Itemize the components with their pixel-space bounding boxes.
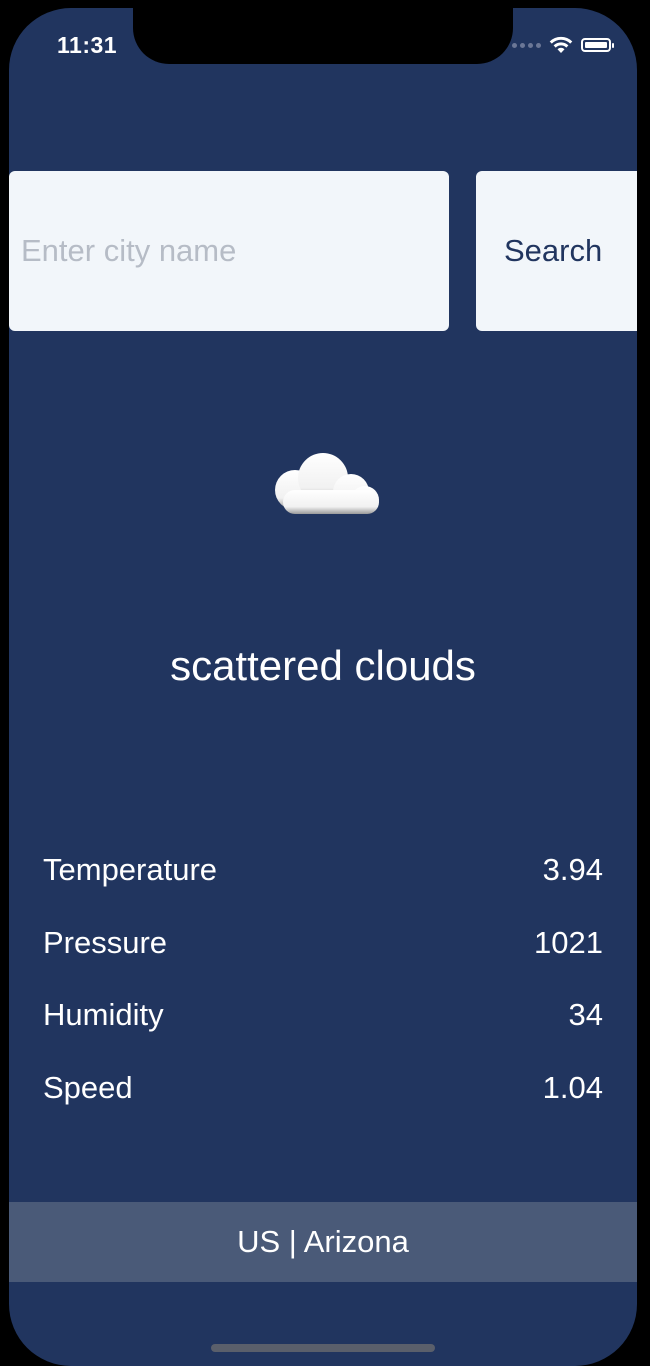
cloud-icon <box>275 453 379 514</box>
device-notch <box>133 8 513 64</box>
weather-description: scattered clouds <box>170 642 476 689</box>
city-search-input[interactable] <box>9 171 449 331</box>
location-footer: US | Arizona <box>9 1202 637 1282</box>
wifi-icon <box>549 36 573 53</box>
stat-value: 1.04 <box>542 1069 603 1105</box>
search-button[interactable]: Search <box>476 171 637 331</box>
stat-row-temperature: Temperature 3.94 <box>43 834 603 907</box>
app-screen: 11:31 Search scat <box>9 8 637 1366</box>
stat-label: Temperature <box>43 852 218 888</box>
signal-icon <box>512 42 541 48</box>
status-time: 11:31 <box>57 32 118 58</box>
stat-row-pressure: Pressure 1021 <box>43 907 603 980</box>
battery-icon <box>581 38 614 52</box>
stat-label: Pressure <box>43 924 168 960</box>
weather-stats: Temperature 3.94 Pressure 1021 Humidity … <box>43 834 603 1124</box>
stat-value: 1021 <box>534 924 603 960</box>
stat-label: Speed <box>43 1069 133 1105</box>
stat-label: Humidity <box>43 997 164 1033</box>
stat-value: 34 <box>568 997 603 1033</box>
status-icons <box>512 36 614 54</box>
stat-row-humidity: Humidity 34 <box>43 979 603 1052</box>
stat-row-speed: Speed 1.04 <box>43 1052 603 1125</box>
location-label: US | Arizona <box>237 1224 409 1259</box>
stat-value: 3.94 <box>542 852 603 888</box>
home-indicator[interactable] <box>211 1344 435 1352</box>
